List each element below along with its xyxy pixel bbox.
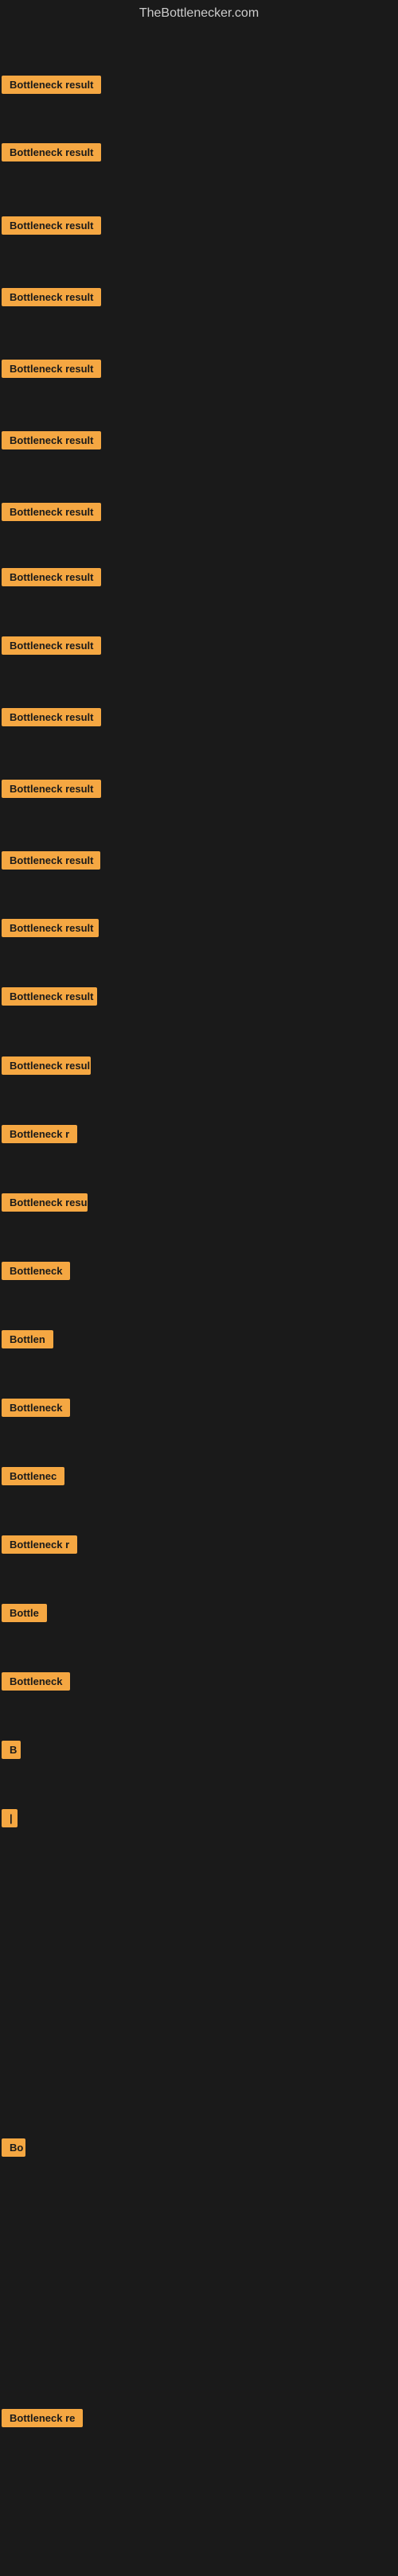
- bottleneck-badge[interactable]: Bottleneck r: [2, 1535, 77, 1554]
- bottleneck-badge[interactable]: Bottleneck result: [2, 851, 100, 870]
- bottleneck-badge[interactable]: Bottleneck result: [2, 919, 99, 937]
- bottleneck-item: Bottleneck result: [2, 360, 101, 382]
- bottleneck-item: Bottleneck result: [2, 288, 101, 310]
- bottleneck-item: |: [2, 1809, 18, 1831]
- bottleneck-item: Bottleneck result: [2, 851, 100, 874]
- bottleneck-item: Bottleneck result: [2, 76, 101, 98]
- bottleneck-item: Bottleneck result: [2, 919, 99, 941]
- bottleneck-badge[interactable]: Bottleneck resu: [2, 1193, 88, 1212]
- site-container: TheBottlenecker.com Bottleneck resultBot…: [0, 0, 398, 2576]
- bottleneck-badge[interactable]: Bottle: [2, 1604, 47, 1622]
- bottleneck-item: Bottlenec: [2, 1467, 64, 1489]
- bottleneck-item: Bottleneck: [2, 1672, 70, 1695]
- bottleneck-badge[interactable]: |: [2, 1809, 18, 1827]
- bottleneck-badge[interactable]: Bottleneck result: [2, 708, 101, 726]
- bottleneck-item: Bottleneck resu: [2, 1193, 88, 1216]
- bottleneck-item: Bottleneck result: [2, 780, 101, 802]
- bottleneck-item: Bottleneck result: [2, 708, 101, 730]
- bottleneck-badge[interactable]: Bo: [2, 2138, 25, 2157]
- items-container: Bottleneck result Bottleneck result Bottle…: [0, 30, 398, 2576]
- bottleneck-badge[interactable]: Bottleneck result: [2, 987, 97, 1006]
- bottleneck-badge[interactable]: Bottleneck result: [2, 503, 101, 521]
- bottleneck-item: Bottleneck result: [2, 987, 97, 1010]
- bottleneck-item: Bottleneck resul: [2, 1056, 91, 1079]
- bottleneck-badge[interactable]: Bottleneck result: [2, 216, 101, 235]
- bottleneck-badge[interactable]: Bottleneck re: [2, 2409, 83, 2427]
- site-title: TheBottlenecker.com: [0, 0, 398, 30]
- bottleneck-badge[interactable]: Bottleneck: [2, 1672, 70, 1691]
- bottleneck-item: Bottleneck result: [2, 216, 101, 239]
- bottleneck-item: Bo: [2, 2138, 25, 2161]
- bottleneck-item: Bottleneck: [2, 1262, 70, 1284]
- bottleneck-badge[interactable]: Bottleneck result: [2, 780, 101, 798]
- bottleneck-badge[interactable]: B: [2, 1741, 21, 1759]
- bottleneck-badge[interactable]: Bottlenec: [2, 1467, 64, 1485]
- bottleneck-item: Bottle: [2, 1604, 47, 1626]
- bottleneck-badge[interactable]: Bottleneck: [2, 1399, 70, 1417]
- bottleneck-item: Bottleneck result: [2, 143, 101, 165]
- bottleneck-badge[interactable]: Bottleneck resul: [2, 1056, 91, 1075]
- bottleneck-item: Bottleneck result: [2, 636, 101, 659]
- bottleneck-badge[interactable]: Bottleneck result: [2, 288, 101, 306]
- bottleneck-badge[interactable]: Bottleneck r: [2, 1125, 77, 1143]
- bottleneck-badge[interactable]: Bottleneck result: [2, 431, 101, 449]
- bottleneck-item: Bottleneck re: [2, 2409, 83, 2431]
- bottleneck-badge[interactable]: Bottleneck result: [2, 568, 101, 586]
- bottleneck-badge[interactable]: Bottleneck result: [2, 143, 101, 161]
- bottleneck-badge[interactable]: Bottleneck result: [2, 76, 101, 94]
- bottleneck-item: Bottleneck r: [2, 1535, 77, 1558]
- bottleneck-item: Bottleneck result: [2, 503, 101, 525]
- bottleneck-item: Bottleneck r: [2, 1125, 77, 1147]
- bottleneck-badge[interactable]: Bottlen: [2, 1330, 53, 1348]
- bottleneck-item: Bottleneck result: [2, 431, 101, 453]
- bottleneck-item: Bottleneck: [2, 1399, 70, 1421]
- bottleneck-badge[interactable]: Bottleneck: [2, 1262, 70, 1280]
- bottleneck-badge[interactable]: Bottleneck result: [2, 636, 101, 655]
- bottleneck-item: Bottleneck result: [2, 568, 101, 590]
- bottleneck-badge[interactable]: Bottleneck result: [2, 360, 101, 378]
- bottleneck-item: B: [2, 1741, 21, 1763]
- bottleneck-item: Bottlen: [2, 1330, 53, 1352]
